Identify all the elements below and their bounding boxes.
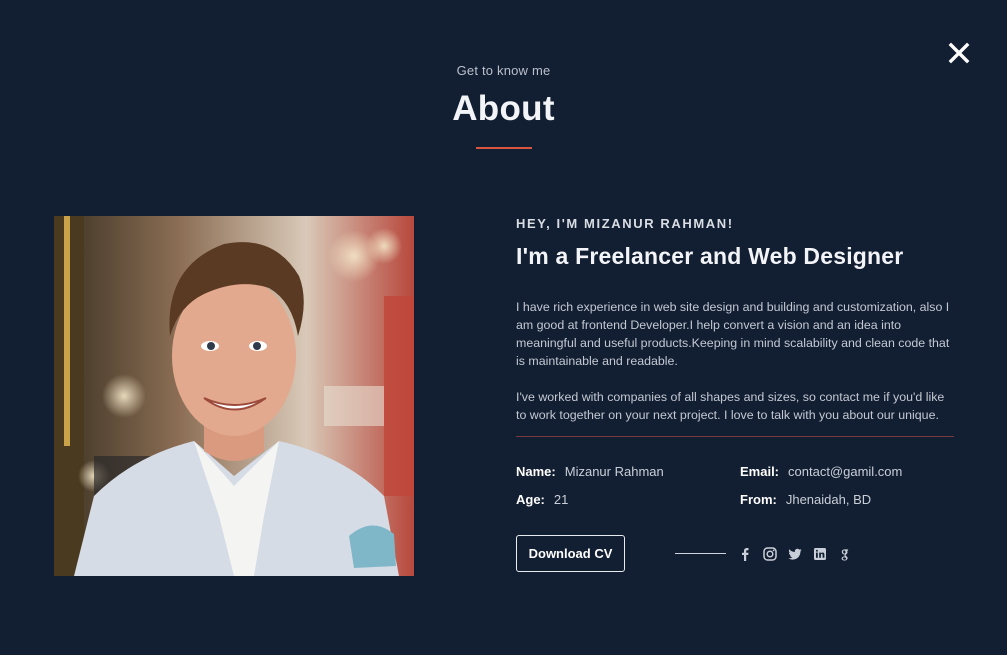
info-label: Age: bbox=[516, 492, 545, 507]
google-icon[interactable] bbox=[837, 546, 852, 561]
title-underline bbox=[475, 147, 532, 149]
info-age: Age: 21 bbox=[516, 492, 740, 507]
about-modal: Get to know me About HEY, I'M MIZANUR RA… bbox=[0, 0, 1007, 655]
bio-paragraph-1: I have rich experience in web site desig… bbox=[516, 300, 950, 368]
info-value: Jhenaidah, BD bbox=[785, 492, 872, 507]
actions-row: Download CV bbox=[516, 535, 956, 572]
info-grid: Name: Mizanur Rahman Email: contact@gamil.… bbox=[516, 464, 956, 507]
info-name: Name: Mizanur Rahman bbox=[516, 464, 740, 479]
twitter-icon[interactable] bbox=[787, 546, 802, 561]
section-eyebrow: Get to know me bbox=[456, 63, 551, 78]
greeting-text: HEY, I'M MIZANUR RAHMAN! bbox=[516, 216, 734, 231]
info-value: 21 bbox=[553, 492, 569, 507]
headline: I'm a Freelancer and Web Designer bbox=[516, 243, 904, 269]
bio-paragraph-2: I've worked with companies of all shapes… bbox=[516, 390, 945, 422]
download-cv-button[interactable]: Download CV bbox=[516, 535, 625, 572]
about-content: HEY, I'M MIZANUR RAHMAN! I'm a Freelance… bbox=[516, 216, 956, 572]
info-email: Email: contact@gamil.com bbox=[740, 464, 950, 479]
social-links bbox=[737, 546, 862, 561]
profile-photo bbox=[54, 216, 414, 576]
linkedin-icon[interactable] bbox=[812, 546, 827, 561]
info-value[interactable]: contact@gamil.com bbox=[788, 464, 902, 479]
facebook-icon[interactable] bbox=[737, 546, 752, 561]
social-divider-line bbox=[675, 553, 726, 554]
section-header: Get to know me About bbox=[0, 63, 1007, 149]
info-label: Email: bbox=[740, 464, 780, 479]
instagram-icon[interactable] bbox=[762, 546, 777, 561]
info-from: From: Jhenaidah, BD bbox=[740, 492, 950, 507]
info-label: Name: bbox=[516, 464, 556, 479]
content-divider bbox=[516, 436, 954, 437]
portrait-image bbox=[54, 216, 414, 576]
info-label: From: bbox=[740, 492, 777, 507]
section-title: About bbox=[452, 89, 555, 128]
info-value: Mizanur Rahman bbox=[564, 464, 664, 479]
